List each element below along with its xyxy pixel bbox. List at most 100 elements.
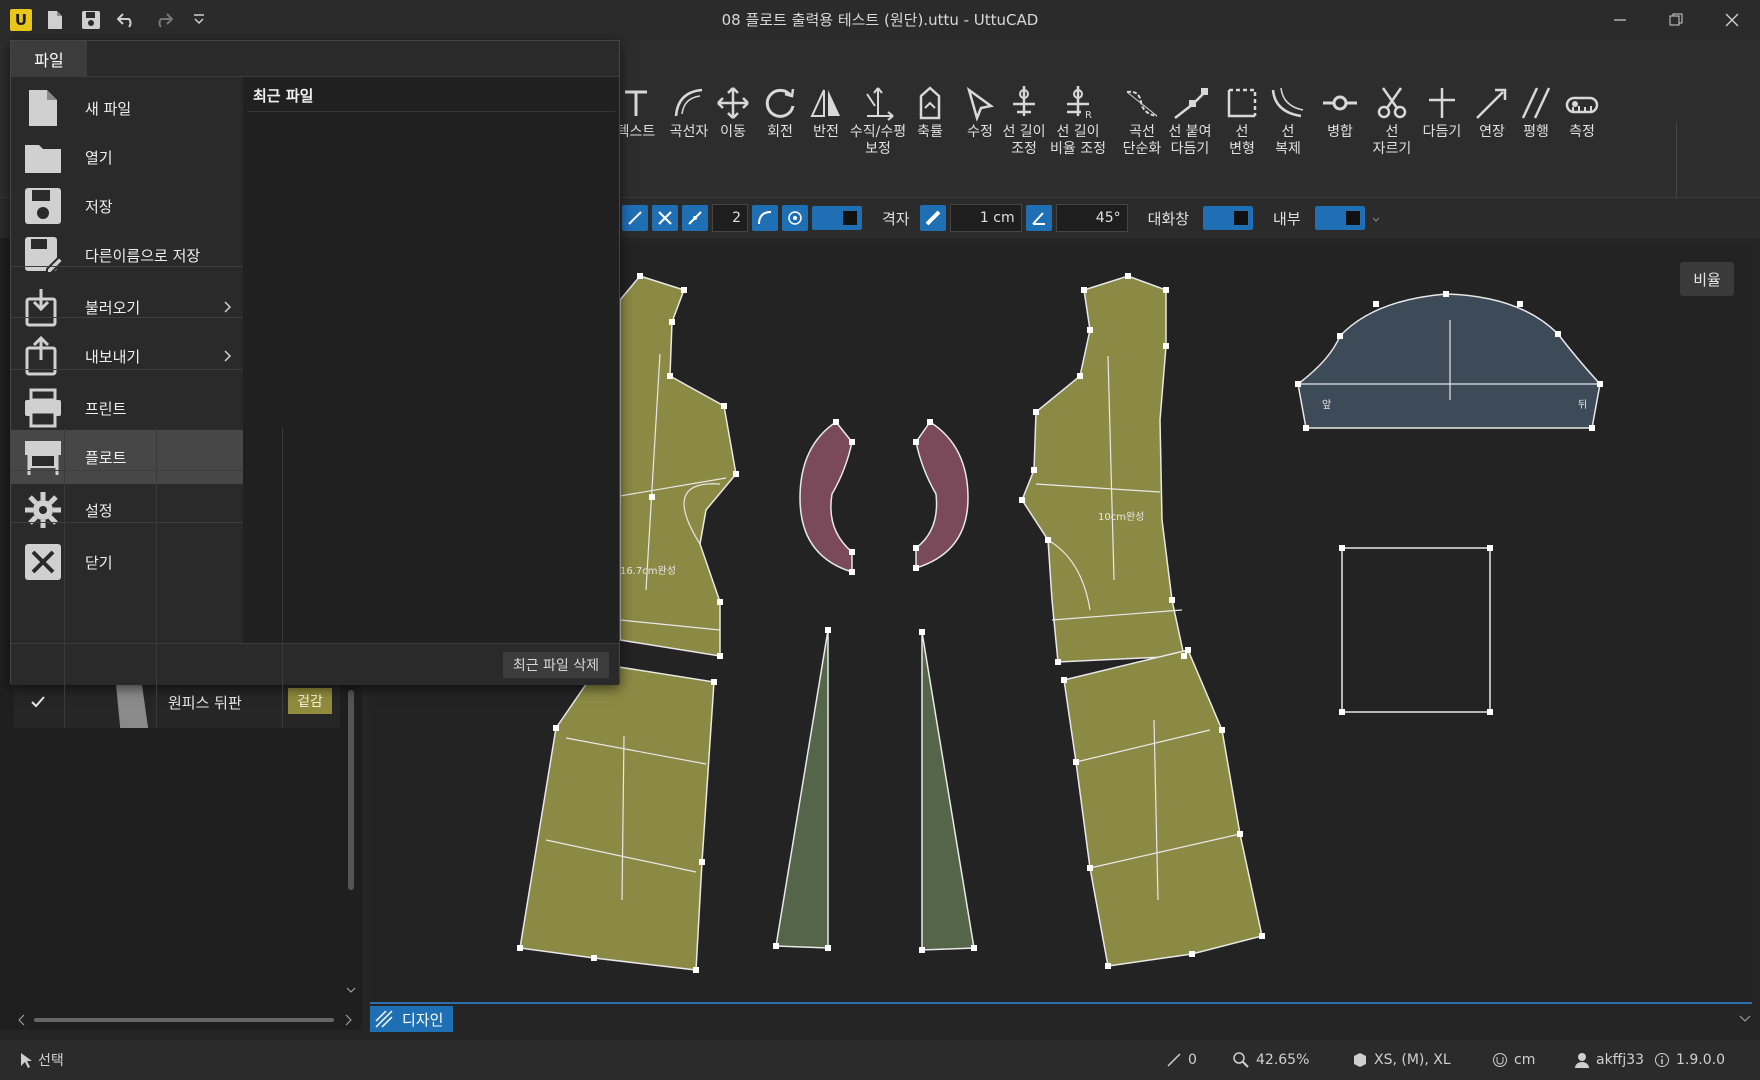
layer-horizontal-scrollbar[interactable] xyxy=(14,1008,360,1030)
inner-toggle[interactable] xyxy=(1314,206,1365,230)
vertex-handle[interactable] xyxy=(1487,545,1493,551)
customize-icon[interactable] xyxy=(186,7,212,33)
tool-line-copy[interactable]: 선 복제 xyxy=(1264,84,1312,158)
vertex-handle[interactable] xyxy=(1303,425,1309,431)
vertex-handle[interactable] xyxy=(1163,287,1169,293)
status-zoom[interactable]: 42.65% xyxy=(1232,1040,1309,1080)
redo-icon[interactable] xyxy=(150,7,176,33)
save-icon[interactable] xyxy=(78,7,104,33)
vertex-handle[interactable] xyxy=(849,439,855,445)
square-piece[interactable] xyxy=(1341,547,1491,713)
scroll-left-icon[interactable] xyxy=(16,1014,26,1026)
clear-recent-button[interactable]: 최근 파일 삭제 xyxy=(502,652,609,678)
tab-design[interactable]: 디자인 xyxy=(370,1006,454,1032)
vertex-handle[interactable] xyxy=(1081,287,1087,293)
vertex-handle[interactable] xyxy=(913,565,919,571)
vertex-handle[interactable] xyxy=(1045,537,1051,543)
snap-curve-icon[interactable] xyxy=(752,205,778,231)
vertex-handle[interactable] xyxy=(669,319,675,325)
status-unit[interactable]: cm xyxy=(1492,1040,1535,1080)
vertex-handle[interactable] xyxy=(1597,381,1603,387)
snap-intersect-icon[interactable] xyxy=(652,205,678,231)
tool-measure[interactable]: 측정 xyxy=(1558,84,1606,141)
status-sizes[interactable]: XS, (M), XL xyxy=(1352,1040,1451,1080)
file-menu-item-gear[interactable]: 설정 xyxy=(11,483,243,537)
vertex-handle[interactable] xyxy=(1337,333,1343,339)
ruler-icon[interactable] xyxy=(919,205,946,231)
vertex-handle[interactable] xyxy=(825,945,831,951)
vertex-handle[interactable] xyxy=(849,569,855,575)
restore-icon[interactable] xyxy=(1648,0,1704,40)
vertex-handle[interactable] xyxy=(649,494,655,500)
vertex-handle[interactable] xyxy=(733,471,739,477)
vertex-handle[interactable] xyxy=(1061,677,1067,683)
file-menu-item-save-as[interactable]: 다른이름으로 저장 xyxy=(11,228,243,282)
file-menu-item-import[interactable]: 불러오기 xyxy=(11,280,243,334)
vertex-handle[interactable] xyxy=(1219,727,1225,733)
vertex-handle[interactable] xyxy=(773,943,779,949)
dialog-toggle[interactable] xyxy=(1203,206,1254,230)
vertex-handle[interactable] xyxy=(1339,709,1345,715)
vertex-handle[interactable] xyxy=(1487,709,1493,715)
vertex-handle[interactable] xyxy=(1517,301,1523,307)
file-menu-tab[interactable]: 파일 xyxy=(11,41,87,77)
file-menu-item-folder[interactable]: 열기 xyxy=(11,130,243,184)
status-user[interactable]: akffj33 xyxy=(1574,1040,1644,1080)
vertex-handle[interactable] xyxy=(1589,425,1595,431)
layer-vertical-scrollbar[interactable] xyxy=(346,680,356,993)
vertex-handle[interactable] xyxy=(553,725,559,731)
vertex-handle[interactable] xyxy=(591,955,597,961)
grid-size-field[interactable]: 1 cm xyxy=(949,204,1022,232)
check-icon[interactable] xyxy=(30,694,46,710)
vertex-handle[interactable] xyxy=(913,545,919,551)
snap-segment-icon[interactable] xyxy=(682,205,708,231)
file-menu-item-plotter[interactable]: 플로트 xyxy=(11,430,243,484)
vertex-handle[interactable] xyxy=(1339,545,1345,551)
vertex-handle[interactable] xyxy=(1087,327,1093,333)
vertex-handle[interactable] xyxy=(1169,597,1175,603)
file-menu-item-export[interactable]: 내보내기 xyxy=(11,329,243,383)
file-menu-item-close[interactable]: 닫기 xyxy=(11,535,243,589)
minimize-icon[interactable] xyxy=(1592,0,1648,40)
angle-field[interactable]: 45° xyxy=(1055,204,1128,232)
vertex-handle[interactable] xyxy=(1259,933,1265,939)
vertex-handle[interactable] xyxy=(1055,659,1061,665)
vertex-handle[interactable] xyxy=(699,859,705,865)
ratio-button[interactable]: 비율 xyxy=(1680,262,1734,296)
vertex-handle[interactable] xyxy=(1237,831,1243,837)
vertex-handle[interactable] xyxy=(1163,343,1169,349)
fabric-badge[interactable]: 겉감 xyxy=(288,688,332,714)
vertex-handle[interactable] xyxy=(971,945,977,951)
angle-icon[interactable] xyxy=(1025,205,1052,231)
vertex-handle[interactable] xyxy=(833,419,839,425)
file-menu-item-printer[interactable]: 프린트 xyxy=(11,381,243,435)
vertex-handle[interactable] xyxy=(1373,301,1379,307)
vertex-handle[interactable] xyxy=(711,679,717,685)
vertex-handle[interactable] xyxy=(1105,963,1111,969)
tool-line-cut[interactable]: 선 자르기 xyxy=(1368,84,1416,158)
vertex-handle[interactable] xyxy=(667,373,673,379)
vertex-handle[interactable] xyxy=(927,419,933,425)
vertex-handle[interactable] xyxy=(913,439,919,445)
new-file-icon[interactable] xyxy=(42,7,68,33)
close-window-icon[interactable] xyxy=(1704,0,1760,40)
vertex-handle[interactable] xyxy=(1019,497,1025,503)
vertex-handle[interactable] xyxy=(1033,409,1039,415)
vertex-handle[interactable] xyxy=(1185,647,1191,653)
vertex-handle[interactable] xyxy=(517,945,523,951)
undo-icon[interactable] xyxy=(114,7,140,33)
segment-count-field[interactable]: 2 xyxy=(712,204,748,232)
snap-toggle[interactable] xyxy=(812,206,862,230)
vertex-handle[interactable] xyxy=(717,653,723,659)
status-version[interactable]: 1.9.0.0 xyxy=(1654,1040,1725,1080)
scrollbar-thumb[interactable] xyxy=(348,690,354,890)
vertex-handle[interactable] xyxy=(919,947,925,953)
gore-left[interactable] xyxy=(775,629,829,949)
sleeve-facing-left[interactable] xyxy=(799,420,853,574)
file-menu-item-save[interactable]: 저장 xyxy=(11,179,243,233)
scroll-right-icon[interactable] xyxy=(344,1014,354,1026)
vertex-handle[interactable] xyxy=(1181,653,1187,659)
tool-line-length[interactable]: 선 길이 조정 xyxy=(1000,84,1048,158)
back-bodice-right[interactable] xyxy=(1021,275,1263,967)
vertex-handle[interactable] xyxy=(693,967,699,973)
